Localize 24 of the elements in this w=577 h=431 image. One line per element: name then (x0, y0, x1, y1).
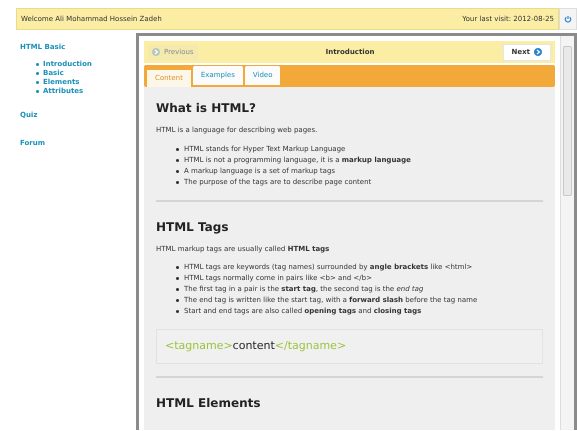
bullet-icon (36, 63, 39, 66)
power-icon (564, 15, 572, 23)
forward-icon (534, 48, 542, 56)
bullet-icon (176, 299, 179, 302)
scrollbar-thumb[interactable] (563, 46, 572, 196)
bullet-icon (176, 310, 179, 313)
bullet-icon (176, 170, 179, 172)
bullet-icon (36, 90, 39, 93)
section-heading: What is HTML? (156, 100, 258, 117)
bullet-icon (176, 158, 179, 162)
code-tag: <tagname> (165, 339, 233, 352)
scrollbar[interactable] (560, 36, 574, 430)
bullet-icon (176, 277, 179, 280)
bullet-icon (176, 266, 179, 269)
code-content: content (232, 339, 275, 352)
power-button[interactable] (559, 8, 577, 30)
code-tag: </tagname> (274, 339, 346, 352)
bullet-icon (176, 288, 179, 291)
bullet-icon (36, 81, 39, 84)
section-heading: HTML Tags (156, 218, 230, 236)
bullet-icon (36, 72, 39, 75)
bullet-icon (176, 148, 179, 150)
section-heading: HTML Elements (156, 394, 262, 412)
bullet-icon (176, 180, 179, 184)
